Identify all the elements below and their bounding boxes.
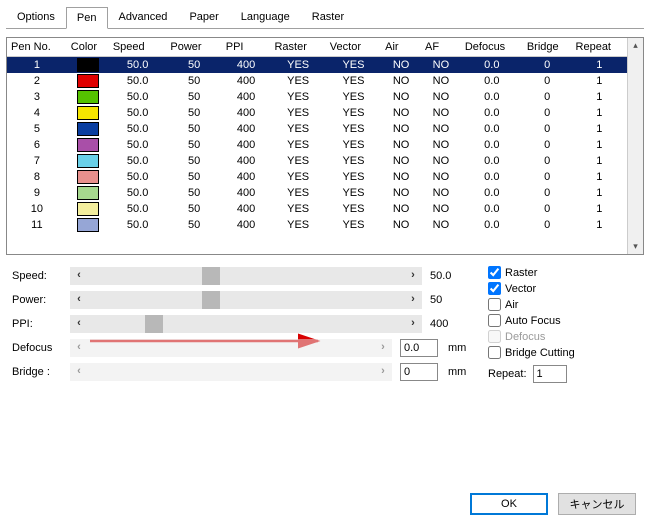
bridge-slider: ‹›	[70, 363, 392, 381]
power-thumb[interactable]	[202, 291, 220, 309]
bridge-decrease: ‹	[70, 363, 88, 381]
color-swatch[interactable]	[77, 202, 99, 216]
bridgecut-checkbox-label: Bridge Cutting	[505, 347, 575, 359]
column-header[interactable]: AF	[421, 38, 461, 57]
repeat-label: Repeat:	[488, 368, 527, 380]
tab-advanced[interactable]: Advanced	[108, 6, 179, 28]
bridgecut-checkbox[interactable]	[488, 346, 501, 359]
defocus-checkbox	[488, 330, 501, 343]
defocus-unit: mm	[448, 342, 474, 354]
column-header[interactable]: PPI	[222, 38, 271, 57]
defocus-value-input[interactable]	[400, 339, 438, 357]
table-row[interactable]: 1050.050400YESYESNONO0.001	[7, 201, 627, 217]
table-row[interactable]: 1150.050400YESYESNONO0.001	[7, 217, 627, 233]
ppi-increase[interactable]: ›	[404, 315, 422, 333]
tab-language[interactable]: Language	[230, 6, 301, 28]
ppi-label: PPI:	[12, 318, 70, 330]
color-swatch[interactable]	[77, 90, 99, 104]
power-decrease[interactable]: ‹	[70, 291, 88, 309]
power-value: 50	[430, 291, 474, 309]
column-header[interactable]: Color	[67, 38, 109, 57]
speed-value: 50.0	[430, 267, 474, 285]
power-label: Power:	[12, 294, 70, 306]
defocus-decrease: ‹	[70, 339, 88, 357]
speed-decrease[interactable]: ‹	[70, 267, 88, 285]
table-row[interactable]: 850.050400YESYESNONO0.001	[7, 169, 627, 185]
color-swatch[interactable]	[77, 74, 99, 88]
color-swatch[interactable]	[77, 170, 99, 184]
ppi-value: 400	[430, 315, 474, 333]
table-row[interactable]: 750.050400YESYESNONO0.001	[7, 153, 627, 169]
raster-checkbox-label: Raster	[505, 267, 537, 279]
table-row[interactable]: 950.050400YESYESNONO0.001	[7, 185, 627, 201]
tab-paper[interactable]: Paper	[178, 6, 229, 28]
tab-raster[interactable]: Raster	[301, 6, 355, 28]
table-row[interactable]: 550.050400YESYESNONO0.001	[7, 121, 627, 137]
table-row[interactable]: 250.050400YESYESNONO0.001	[7, 73, 627, 89]
color-swatch[interactable]	[77, 186, 99, 200]
speed-slider[interactable]: ‹›	[70, 267, 422, 285]
table-row[interactable]: 650.050400YESYESNONO0.001	[7, 137, 627, 153]
defocus-checkbox-label: Defocus	[505, 331, 545, 343]
column-header[interactable]: Power	[166, 38, 221, 57]
column-header[interactable]: Speed	[109, 38, 167, 57]
column-header[interactable]: Defocus	[461, 38, 523, 57]
bridge-value-input[interactable]	[400, 363, 438, 381]
ppi-decrease[interactable]: ‹	[70, 315, 88, 333]
table-row[interactable]: 350.050400YESYESNONO0.001	[7, 89, 627, 105]
vector-checkbox-label: Vector	[505, 283, 536, 295]
color-swatch[interactable]	[77, 58, 99, 72]
power-increase[interactable]: ›	[404, 291, 422, 309]
column-header[interactable]: Air	[381, 38, 421, 57]
vector-checkbox[interactable]	[488, 282, 501, 295]
ppi-thumb[interactable]	[145, 315, 163, 333]
speed-label: Speed:	[12, 270, 70, 282]
ok-button[interactable]: OK	[470, 493, 548, 515]
pen-table[interactable]: Pen No.ColorSpeedPowerPPIRasterVectorAir…	[6, 37, 644, 255]
bridge-unit: mm	[448, 366, 474, 378]
air-checkbox[interactable]	[488, 298, 501, 311]
column-header[interactable]: Repeat	[572, 38, 627, 57]
bridge-increase: ›	[374, 363, 392, 381]
column-header[interactable]: Raster	[270, 38, 325, 57]
column-header[interactable]: Bridge	[523, 38, 572, 57]
table-scrollbar[interactable]: ▴ ▾	[627, 38, 643, 254]
color-swatch[interactable]	[77, 122, 99, 136]
autofocus-checkbox-label: Auto Focus	[505, 315, 561, 327]
defocus-label: Defocus	[12, 342, 70, 354]
autofocus-checkbox[interactable]	[488, 314, 501, 327]
repeat-input[interactable]	[533, 365, 567, 383]
table-row[interactable]: 150.050400YESYESNONO0.001	[7, 57, 627, 74]
raster-checkbox[interactable]	[488, 266, 501, 279]
column-header[interactable]: Vector	[326, 38, 381, 57]
defocus-increase: ›	[374, 339, 392, 357]
ppi-slider[interactable]: ‹›	[70, 315, 422, 333]
table-row[interactable]: 450.050400YESYESNONO0.001	[7, 105, 627, 121]
color-swatch[interactable]	[77, 218, 99, 232]
air-checkbox-label: Air	[505, 299, 518, 311]
speed-increase[interactable]: ›	[404, 267, 422, 285]
defocus-slider: ‹›	[70, 339, 392, 357]
bridge-label: Bridge :	[12, 366, 70, 378]
color-swatch[interactable]	[77, 138, 99, 152]
scroll-down-icon[interactable]: ▾	[633, 241, 638, 252]
column-header[interactable]: Pen No.	[7, 38, 67, 57]
color-swatch[interactable]	[77, 154, 99, 168]
color-swatch[interactable]	[77, 106, 99, 120]
speed-thumb[interactable]	[202, 267, 220, 285]
tab-pen[interactable]: Pen	[66, 7, 108, 29]
tab-options[interactable]: Options	[6, 6, 66, 28]
power-slider[interactable]: ‹›	[70, 291, 422, 309]
scroll-up-icon[interactable]: ▴	[633, 40, 638, 51]
cancel-button[interactable]: キャンセル	[558, 493, 636, 515]
